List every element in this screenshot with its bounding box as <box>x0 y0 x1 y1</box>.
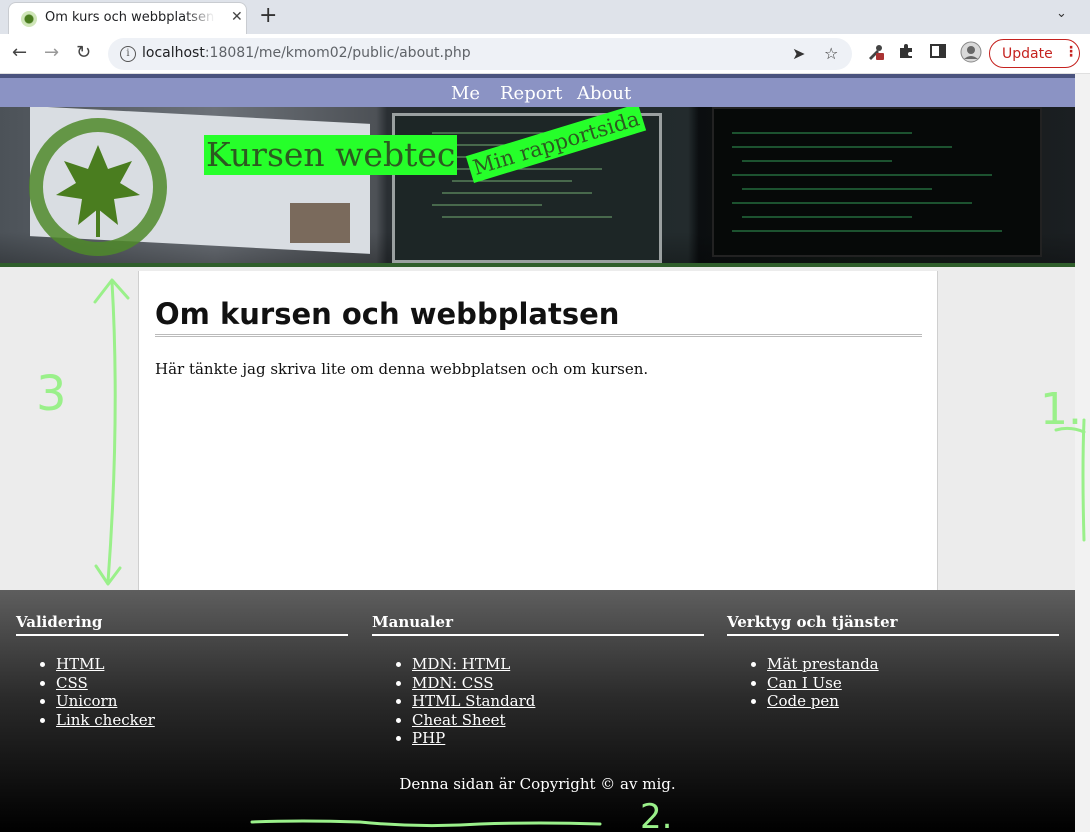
footer-link[interactable]: HTML <box>56 655 104 673</box>
extension-eyedropper-icon[interactable] <box>866 43 884 65</box>
nav-link-me[interactable]: Me <box>451 83 480 104</box>
footer-link[interactable]: MDN: HTML <box>412 655 510 673</box>
reload-icon[interactable]: ↻ <box>76 42 91 64</box>
browser-tab[interactable]: Om kurs och webbplatsen | Kursen webtec … <box>8 2 247 34</box>
footer-column-verktyg: Verktyg och tjänster Mät prestanda Can I… <box>727 612 1059 711</box>
send-icon[interactable]: ➤ <box>792 44 805 63</box>
nav-link-report[interactable]: Report <box>500 83 562 104</box>
page-text: Här tänkte jag skriva lite om denna webb… <box>155 360 649 378</box>
footer-column-validering: Validering HTML CSS Unicorn Link checker <box>16 612 348 729</box>
footer-link[interactable]: Mät prestanda <box>767 655 879 673</box>
footer-link[interactable]: HTML Standard <box>412 692 535 710</box>
footer-heading: Manualer <box>372 612 704 636</box>
site-footer: Validering HTML CSS Unicorn Link checker… <box>0 590 1075 832</box>
more-menu-icon: ⋮ <box>1064 44 1078 60</box>
site-title[interactable]: Kursen webtec <box>204 135 458 175</box>
browser-toolbar: ← → ↻ i localhost:18081/me/kmom02/public… <box>0 34 1090 74</box>
back-arrow-icon[interactable]: ← <box>12 42 27 64</box>
page-scrollbar[interactable] <box>1075 74 1090 832</box>
bth-logo <box>29 118 167 256</box>
footer-link[interactable]: Code pen <box>767 692 839 710</box>
browser-tab-strip: Om kurs och webbplatsen | Kursen webtec … <box>0 0 1090 34</box>
list-item: HTML Standard <box>412 692 704 711</box>
footer-column-manualer: Manualer MDN: HTML MDN: CSS HTML Standar… <box>372 612 704 748</box>
list-item: PHP <box>412 729 704 748</box>
main-content: Om kursen och webbplatsen Här tänkte jag… <box>138 271 938 590</box>
profile-avatar-icon[interactable] <box>960 41 982 67</box>
update-label: Update <box>1002 46 1053 62</box>
new-tab-button[interactable]: + <box>259 3 277 29</box>
footer-link[interactable]: Can I Use <box>767 674 842 692</box>
update-button[interactable]: Update ⋮ <box>989 39 1080 68</box>
address-bar[interactable]: i localhost:18081/me/kmom02/public/about… <box>108 38 852 70</box>
footer-link[interactable]: Cheat Sheet <box>412 711 505 729</box>
footer-heading: Verktyg och tjänster <box>727 612 1059 636</box>
nav-link-about[interactable]: About <box>577 83 631 104</box>
site-navbar: Me Report About <box>0 74 1075 107</box>
forward-arrow-icon[interactable]: → <box>44 42 59 64</box>
footer-link[interactable]: Unicorn <box>56 692 117 710</box>
header-photo-code-lines <box>432 132 1002 232</box>
url-text[interactable]: localhost:18081/me/kmom02/public/about.p… <box>142 45 471 61</box>
footer-heading: Validering <box>16 612 348 636</box>
bookmark-star-icon[interactable]: ☆ <box>824 44 838 63</box>
page-title: Om kursen och webbplatsen <box>155 295 922 337</box>
list-item: Link checker <box>56 711 348 730</box>
page-viewport: Me Report About Kursen webtec Min rappor… <box>0 74 1075 832</box>
site-info-icon[interactable]: i <box>120 46 136 62</box>
footer-link[interactable]: MDN: CSS <box>412 674 494 692</box>
footer-link[interactable]: PHP <box>412 729 445 747</box>
footer-link[interactable]: Link checker <box>56 711 155 729</box>
list-item: CSS <box>56 674 348 693</box>
list-item: Mät prestanda <box>767 655 1059 674</box>
list-item: Cheat Sheet <box>412 711 704 730</box>
list-item: Can I Use <box>767 674 1059 693</box>
site-header: Kursen webtec Min rapportsida <box>0 107 1075 267</box>
footer-link[interactable]: CSS <box>56 674 88 692</box>
header-photo-webcam-window <box>290 203 350 243</box>
list-item: Code pen <box>767 692 1059 711</box>
list-item: MDN: HTML <box>412 655 704 674</box>
tab-search-chevron-icon[interactable]: ⌄ <box>1056 6 1067 21</box>
side-panel-icon[interactable] <box>930 43 946 63</box>
close-tab-icon[interactable]: ✕ <box>231 9 243 25</box>
tab-title-fade <box>185 7 215 29</box>
list-item: HTML <box>56 655 348 674</box>
bth-favicon-icon <box>21 11 37 27</box>
extensions-puzzle-icon[interactable] <box>898 43 914 63</box>
copyright-text: Denna sidan är Copyright © av mig. <box>399 775 676 793</box>
list-item: MDN: CSS <box>412 674 704 693</box>
list-item: Unicorn <box>56 692 348 711</box>
